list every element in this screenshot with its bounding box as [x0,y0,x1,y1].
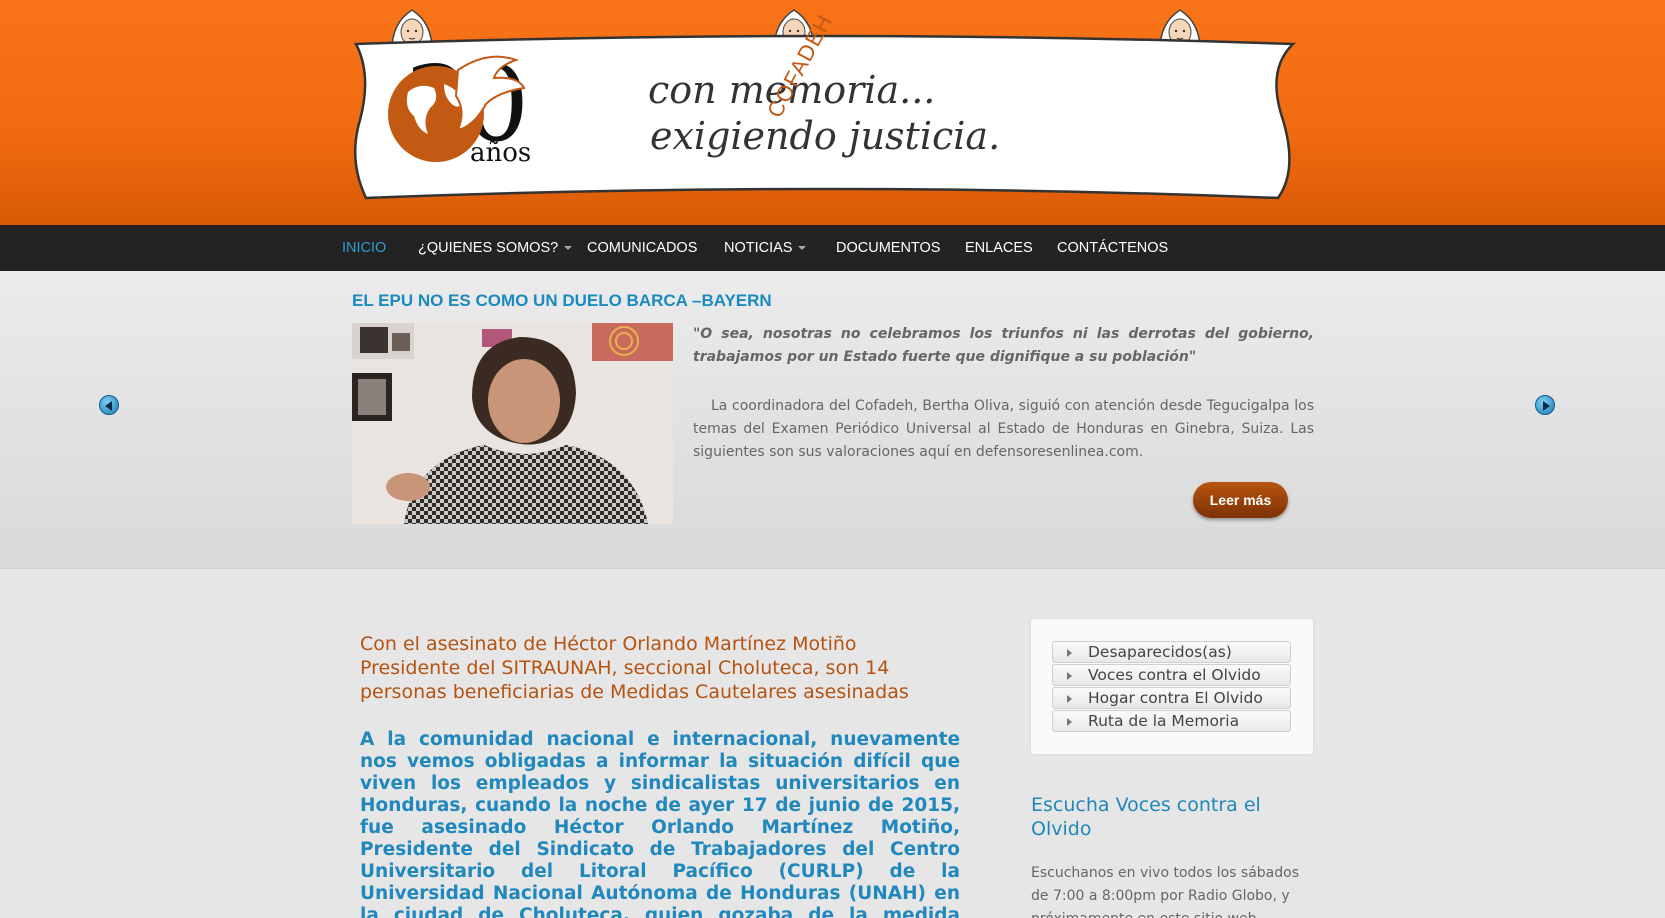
nav-quienes-somos-label: ¿QUIENES SOMOS? [418,240,559,256]
nav-enlaces[interactable]: ENLACES [965,240,1033,256]
article-title[interactable]: Con el asesinato de Héctor Orlando Martí… [360,632,960,704]
main-nav: INICIO ¿QUIENES SOMOS? COMUNICADOS NOTIC… [0,225,1665,271]
slide-image[interactable] [352,323,673,524]
caret-right-icon [1067,672,1072,680]
nav-inicio-label: INICIO [342,240,387,256]
featured-slider: EL EPU NO ES COMO UN DUELO BARCA –BAYERN [0,271,1665,569]
read-more-button[interactable]: Leer más [1193,482,1288,518]
sidebar-section-text: Escuchanos en vivo todos los sábados de … [1031,865,1299,918]
sidebar-item-ruta[interactable]: Ruta de la Memoria [1052,710,1291,732]
slide-title[interactable]: EL EPU NO ES COMO UN DUELO BARCA –BAYERN [352,291,772,311]
caret-right-icon [1067,695,1072,703]
nav-quienes-somos[interactable]: ¿QUIENES SOMOS? [418,240,573,256]
sidebar-item-voces[interactable]: Voces contra el Olvido [1052,664,1291,686]
slide-quote: "O sea, nosotras no celebramos los triun… [693,326,1314,365]
cofadeh-logo-icon [388,55,526,162]
sidebar-item-hogar[interactable]: Hogar contra El Olvido [1052,687,1291,709]
nav-comunicados[interactable]: COMUNICADOS [587,240,697,256]
sidebar-menu: Desaparecidos(as) Voces contra el Olvido… [1031,619,1313,754]
nav-contactenos-label: CONTÁCTENOS [1057,240,1169,256]
nav-comunicados-label: COMUNICADOS [587,240,698,256]
slider-next-arrow-icon[interactable] [1535,395,1555,415]
sidebar-section-title: Escucha Voces contra el Olvido [1031,794,1261,840]
nav-enlaces-label: ENLACES [965,240,1033,256]
sidebar-item-label: Desaparecidos(as) [1088,643,1232,661]
chevron-down-icon [798,246,807,251]
site-header: 30 años con memoria... exigiendo justici… [0,0,1665,225]
sidebar-item-label: Ruta de la Memoria [1088,712,1240,730]
caret-right-icon [1067,718,1072,726]
caret-right-icon [1067,649,1072,657]
sidebar-item-desaparecidos[interactable]: Desaparecidos(as) [1052,641,1291,663]
nav-documentos[interactable]: DOCUMENTOS [836,240,940,256]
slide-summary: La coordinadora del Cofadeh, Bertha Oliv… [693,398,1314,460]
slogan-line-2: exigiendo justicia. [650,114,1001,158]
nav-documentos-label: DOCUMENTOS [836,240,941,256]
sidebar-item-label: Hogar contra El Olvido [1088,689,1263,707]
article-body: A la comunidad nacional e internacional,… [360,729,960,918]
nav-inicio[interactable]: INICIO [342,240,386,256]
nav-noticias[interactable]: NOTICIAS [724,240,807,256]
nav-contactenos[interactable]: CONTÁCTENOS [1057,240,1168,256]
sidebar-item-label: Voces contra el Olvido [1088,666,1261,684]
nav-noticias-label: NOTICIAS [724,240,793,256]
header-banner: 30 años con memoria... exigiendo justici… [348,30,1298,200]
chevron-down-icon [564,246,573,251]
slider-prev-arrow-icon[interactable] [99,395,119,415]
woman-photo [352,323,673,524]
